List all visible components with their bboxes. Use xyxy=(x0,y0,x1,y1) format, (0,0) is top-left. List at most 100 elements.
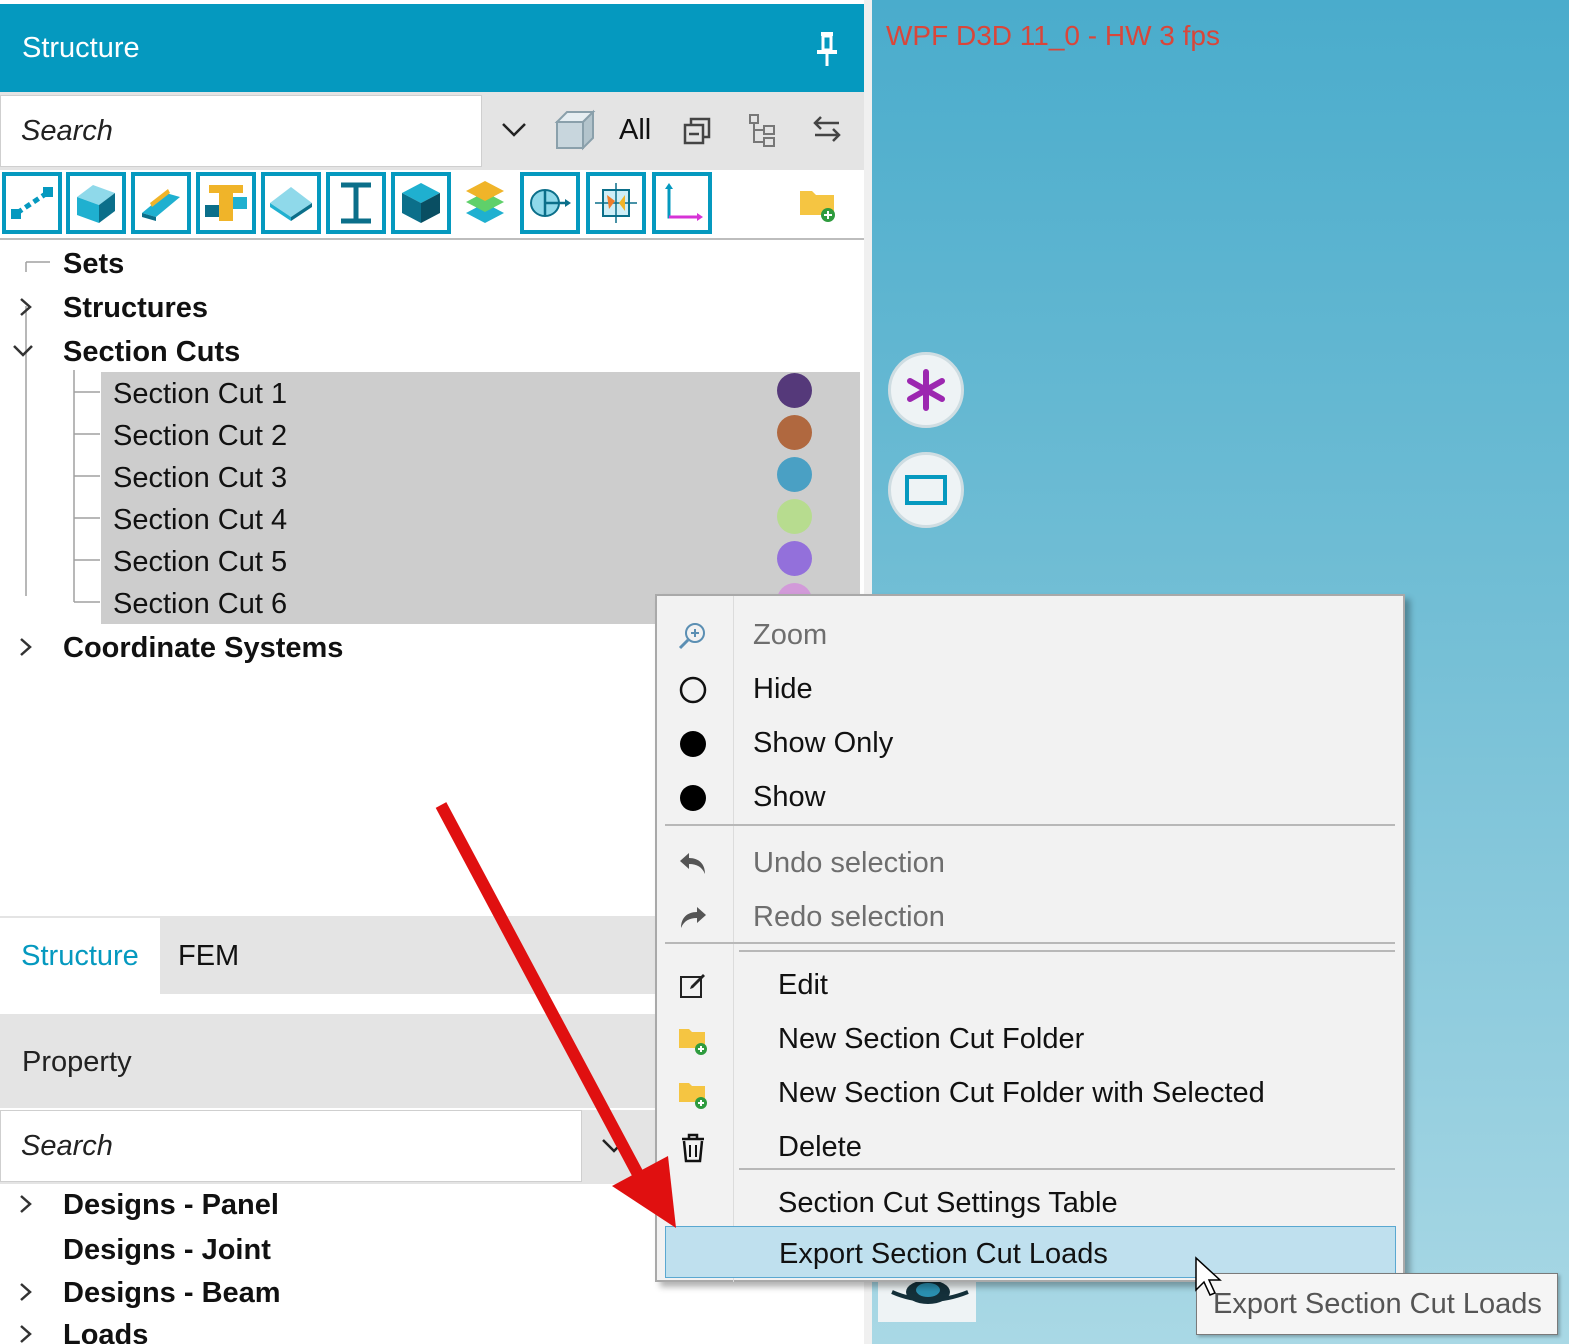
search-placeholder: Search xyxy=(21,1129,113,1162)
circle-outline-icon xyxy=(677,674,709,706)
volumes-button[interactable] xyxy=(391,172,451,234)
viewcube-icon xyxy=(891,1280,969,1304)
property-item-designs-beam[interactable]: Designs - Beam xyxy=(63,1277,281,1310)
menu-item-export-section-cut-loads[interactable]: Export Section Cut Loads xyxy=(665,1226,1396,1278)
chevron-down-icon[interactable] xyxy=(500,120,528,140)
tree-item-section-cut-2[interactable]: Section Cut 2 xyxy=(113,420,287,453)
surfaces-button[interactable] xyxy=(131,172,191,234)
section-cuts-button[interactable] xyxy=(520,172,580,234)
tooltip: Export Section Cut Loads xyxy=(1196,1273,1558,1335)
menu-label: Redo selection xyxy=(753,901,945,933)
property-search-input[interactable]: Search xyxy=(0,1110,582,1182)
menu-item-show-only[interactable]: Show Only xyxy=(657,716,1403,768)
color-swatch[interactable] xyxy=(777,373,812,408)
color-swatch[interactable] xyxy=(777,415,812,450)
menu-label: Show Only xyxy=(753,727,894,759)
menu-separator xyxy=(739,950,1395,952)
color-swatch[interactable] xyxy=(777,541,812,576)
tree-node-section-cuts[interactable]: Section Cuts xyxy=(63,336,240,369)
asterisk-icon xyxy=(907,369,945,411)
menu-item-new-section-cut-folder-with-selected[interactable]: New Section Cut Folder with Selected xyxy=(657,1066,1403,1118)
pin-icon[interactable] xyxy=(812,30,842,68)
menu-label: Section Cut Settings Table xyxy=(778,1187,1118,1219)
context-menu: Zoom Hide Show Only Show Undo selection … xyxy=(655,594,1405,1282)
menu-item-delete[interactable]: Delete xyxy=(657,1120,1403,1172)
menu-item-section-cut-settings-table[interactable]: Section Cut Settings Table xyxy=(657,1176,1403,1228)
solid-icon xyxy=(77,185,115,223)
chevron-right-icon[interactable] xyxy=(14,1281,36,1303)
menu-label: New Section Cut Folder xyxy=(778,1023,1085,1055)
tree-node-coordinate-systems[interactable]: Coordinate Systems xyxy=(63,632,343,665)
new-folder-icon xyxy=(677,1078,709,1110)
property-item-designs-joint[interactable]: Designs - Joint xyxy=(63,1234,271,1267)
zoom-icon xyxy=(677,620,709,652)
menu-item-new-section-cut-folder[interactable]: New Section Cut Folder xyxy=(657,1012,1403,1064)
search-bar: Search All xyxy=(0,92,864,170)
select-all-button[interactable] xyxy=(888,352,964,428)
circle-filled-icon xyxy=(677,782,709,814)
lines-button[interactable] xyxy=(2,172,62,234)
new-folder-icon xyxy=(800,191,835,222)
search-placeholder: Search xyxy=(21,114,113,147)
chevron-right-icon[interactable] xyxy=(14,1323,36,1344)
chevron-down-icon[interactable] xyxy=(600,1136,628,1156)
undo-icon xyxy=(677,848,709,880)
property-item-designs-panel[interactable]: Designs - Panel xyxy=(63,1189,279,1222)
layers-button[interactable] xyxy=(462,178,508,228)
menu-label: Edit xyxy=(778,969,828,1001)
mesh-button[interactable] xyxy=(586,172,646,234)
plates-button[interactable] xyxy=(261,172,321,234)
volume-icon xyxy=(402,183,440,223)
collapse-all-icon[interactable] xyxy=(682,114,714,146)
menu-separator xyxy=(665,942,1395,944)
color-swatch[interactable] xyxy=(777,457,812,492)
mouse-cursor-icon xyxy=(1195,1256,1222,1296)
search-input[interactable]: Search xyxy=(0,95,482,167)
menu-item-edit[interactable]: Edit xyxy=(657,958,1403,1010)
tab-fem[interactable]: FEM xyxy=(178,940,239,973)
cube-icon[interactable] xyxy=(553,108,597,152)
menu-separator xyxy=(665,824,1395,826)
tree-item-section-cut-4[interactable]: Section Cut 4 xyxy=(113,504,287,537)
mesh-icon xyxy=(595,183,637,223)
menu-label: Show xyxy=(753,781,826,813)
menu-item-undo-selection[interactable]: Undo selection xyxy=(657,836,1403,888)
beams-button[interactable] xyxy=(326,172,386,234)
tree-node-sets[interactable]: Sets xyxy=(63,248,124,281)
solids-button[interactable] xyxy=(66,172,126,234)
tree-item-section-cut-6[interactable]: Section Cut 6 xyxy=(113,588,287,621)
menu-item-zoom[interactable]: Zoom xyxy=(657,608,1403,660)
filter-all-label[interactable]: All xyxy=(619,114,651,147)
plate-icon xyxy=(270,187,312,221)
box-select-button[interactable] xyxy=(888,452,964,528)
chevron-right-icon[interactable] xyxy=(14,296,36,318)
menu-item-redo-selection[interactable]: Redo selection xyxy=(657,890,1403,942)
tree-item-section-cut-1[interactable]: Section Cut 1 xyxy=(113,378,287,411)
new-folder-button[interactable] xyxy=(798,184,838,224)
axes-button[interactable] xyxy=(652,172,712,234)
chevron-right-icon[interactable] xyxy=(14,636,36,658)
tree-item-section-cut-5[interactable]: Section Cut 5 xyxy=(113,546,287,579)
chevron-down-icon[interactable] xyxy=(12,340,34,362)
tree-node-structures[interactable]: Structures xyxy=(63,292,208,325)
menu-item-show[interactable]: Show xyxy=(657,770,1403,822)
tree-view-icon[interactable] xyxy=(747,112,779,148)
color-swatch[interactable] xyxy=(777,499,812,534)
tab-structure[interactable]: Structure xyxy=(0,918,160,994)
new-folder-icon xyxy=(677,1024,709,1056)
section-cut-icon xyxy=(530,189,571,217)
line-icon xyxy=(11,187,53,219)
property-item-loads[interactable]: Loads xyxy=(63,1319,148,1344)
columns-button[interactable] xyxy=(196,172,256,234)
object-type-toolbar xyxy=(0,170,864,240)
menu-item-hide[interactable]: Hide xyxy=(657,662,1403,714)
swap-icon[interactable] xyxy=(811,114,843,144)
menu-label: Export Section Cut Loads xyxy=(779,1238,1108,1270)
chevron-right-icon[interactable] xyxy=(14,1193,36,1215)
viewcube-widget[interactable] xyxy=(878,1280,976,1322)
menu-label: Zoom xyxy=(753,619,828,651)
panel-title: Structure xyxy=(22,32,140,64)
menu-label: Hide xyxy=(753,673,813,705)
tree-item-section-cut-3[interactable]: Section Cut 3 xyxy=(113,462,287,495)
surface-icon xyxy=(142,189,180,221)
